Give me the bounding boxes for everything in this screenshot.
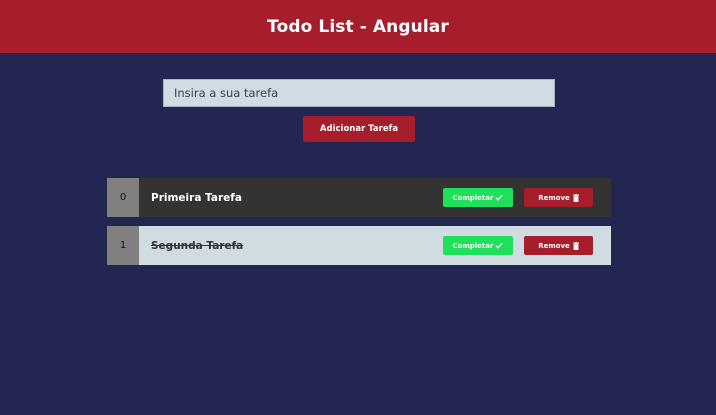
complete-button[interactable]: Completar (443, 188, 513, 207)
remove-button-label: Remove (538, 241, 570, 250)
task-input[interactable] (163, 79, 555, 107)
todo-item: 0 Primeira Tarefa Completar Remove (107, 178, 611, 217)
page-title: Todo List - Angular (267, 16, 449, 37)
trash-icon (572, 193, 579, 202)
trash-icon (572, 241, 579, 250)
add-task-button[interactable]: Adicionar Tarefa (303, 116, 415, 142)
complete-button-label: Completar (452, 193, 494, 202)
complete-button-label: Completar (452, 241, 494, 250)
todo-item: 1 Segunda Tarefa Completar Remove (107, 226, 611, 265)
check-icon (495, 242, 504, 249)
app-header: Todo List - Angular (0, 0, 716, 53)
remove-button[interactable]: Remove (524, 236, 593, 255)
todo-index: 1 (107, 226, 139, 265)
check-icon (495, 194, 504, 201)
remove-button[interactable]: Remove (524, 188, 593, 207)
todo-list: 0 Primeira Tarefa Completar Remove 1 Seg… (107, 178, 611, 274)
todo-index: 0 (107, 178, 139, 217)
remove-button-label: Remove (538, 193, 570, 202)
complete-button[interactable]: Completar (443, 236, 513, 255)
